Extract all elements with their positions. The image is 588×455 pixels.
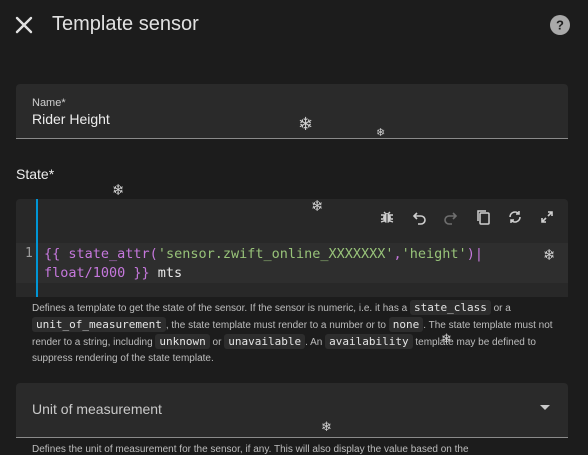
fullscreen-icon [541,211,553,223]
redo-button[interactable] [440,206,462,228]
template-code[interactable]: {{ state_attr('sensor.zwift_online_XXXXX… [44,245,564,283]
helper-text: or [209,337,225,348]
refresh-icon [509,211,521,223]
snowflake-icon: ❄ [112,182,125,199]
unit-helper-text: Defines the unit of measurement for the … [32,444,469,455]
helper-text: . An [305,337,326,348]
page-title: Template sensor [52,13,199,35]
fullscreen-button[interactable] [536,206,558,228]
dropdown-arrow-icon [540,405,550,410]
code-arg-entity: 'sensor.zwift_online_XXXXXXX' [157,246,394,262]
copy-button[interactable] [472,206,494,228]
code-close-brace: }} [133,265,150,281]
helper-code: unit_of_measurement [32,317,166,332]
helper-text: , the state template must render to a nu… [165,320,389,331]
code-open-brace: {{ [44,246,61,262]
code-suffix: mts [149,265,183,281]
debug-button[interactable] [376,206,398,228]
line-number: 1 [25,246,33,261]
helper-code: none [388,317,424,332]
help-button[interactable]: ? [549,14,571,36]
dialog-header: Template sensor ? [0,0,588,50]
bug-icon [380,211,394,223]
state-template-editor[interactable]: 1 {{ state_attr('sensor.zwift_online_XXX… [16,199,568,297]
helper-code: unknown [155,334,210,349]
code-line[interactable]: 1 {{ state_attr('sensor.zwift_online_XXX… [16,199,568,297]
editor-gutter-bar [36,199,38,297]
undo-icon [412,212,426,225]
redo-icon [444,212,458,225]
close-button[interactable] [10,11,38,39]
unit-field-label: Unit of measurement [32,401,162,417]
helper-code: availability [325,334,413,349]
helper-code: state_class [409,300,491,315]
helper-code: unavailable [224,334,306,349]
refresh-button[interactable] [504,206,526,228]
helper-text: Defines a template to get the state of t… [32,303,410,314]
code-function: state_attr( [60,246,158,262]
code-arg-attribute: 'height' [401,246,467,262]
state-helper-text: Defines a template to get the state of t… [32,300,560,367]
name-field-value[interactable]: Rider Height [32,111,110,127]
helper-text: or a [490,303,511,314]
copy-icon [477,210,490,225]
state-heading: State* [16,166,55,182]
undo-button[interactable] [408,206,430,228]
editor-toolbar [376,205,558,229]
close-icon [15,16,33,34]
name-field[interactable]: Name* Rider Height [16,84,568,139]
code-comma: , [393,246,402,262]
svg-text:?: ? [556,18,564,33]
name-field-label: Name* [32,97,66,109]
help-circle-icon: ? [550,15,570,35]
unit-of-measurement-select[interactable]: Unit of measurement [16,383,568,438]
